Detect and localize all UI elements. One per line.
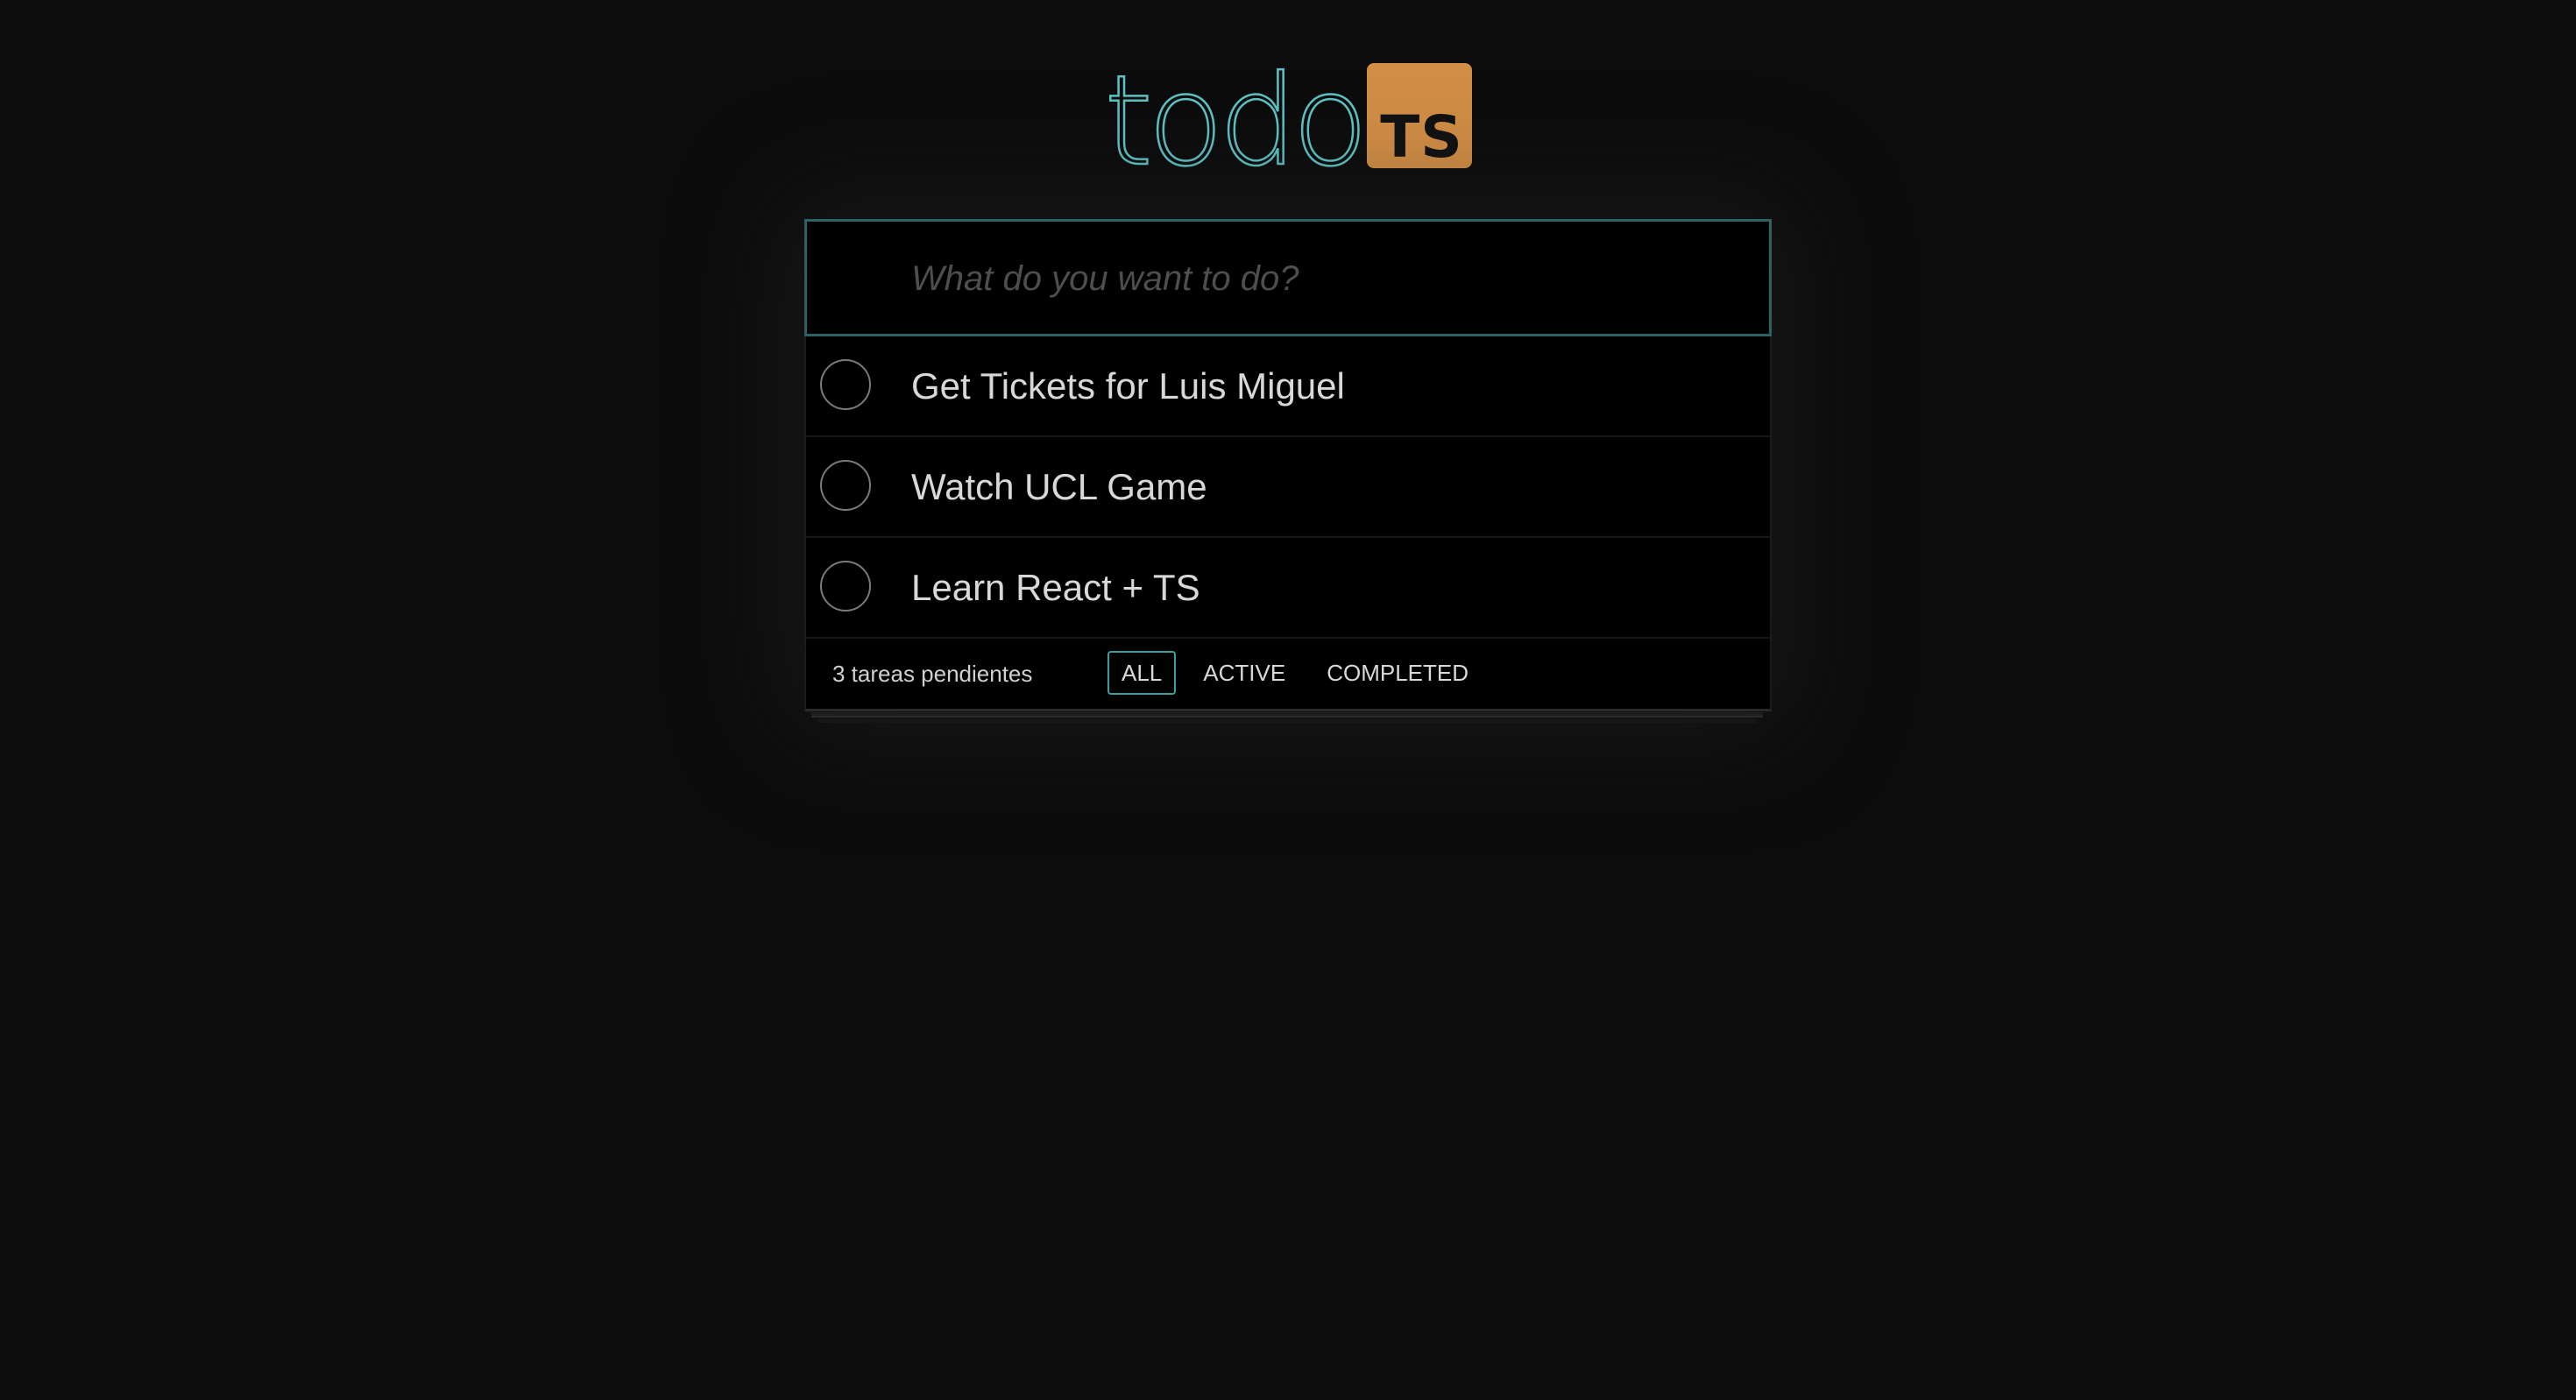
filter-group: ALL ACTIVE COMPLETED xyxy=(1108,651,1496,695)
app-header: todo TS xyxy=(0,53,2576,185)
todo-list: Get Tickets for Luis Miguel Watch UCL Ga… xyxy=(804,336,1772,639)
todo-toggle-checkbox[interactable] xyxy=(820,358,871,410)
todo-title[interactable]: Learn React + TS xyxy=(911,567,1200,609)
logo: todo TS xyxy=(1103,53,1472,185)
todo-item: Get Tickets for Luis Miguel xyxy=(806,336,1770,437)
todo-panel: Get Tickets for Luis Miguel Watch UCL Ga… xyxy=(804,219,1772,711)
logo-text: todo xyxy=(1103,49,1369,194)
todo-title[interactable]: Watch UCL Game xyxy=(911,466,1207,508)
pending-count: 3 tareas pendientes xyxy=(832,660,1033,687)
todo-footer: 3 tareas pendientes ALL ACTIVE COMPLETED xyxy=(804,639,1772,711)
logo-badge-text: TS xyxy=(1380,103,1463,171)
new-todo-input[interactable] xyxy=(909,222,1754,336)
todo-item: Watch UCL Game xyxy=(806,437,1770,538)
filter-all-button[interactable]: ALL xyxy=(1108,651,1177,695)
todo-item: Learn React + TS xyxy=(806,538,1770,639)
filter-active-button[interactable]: ACTIVE xyxy=(1189,651,1299,695)
typescript-badge-icon: TS xyxy=(1366,63,1472,171)
filter-completed-button[interactable]: COMPLETED xyxy=(1313,651,1483,695)
stacked-paper-decoration xyxy=(811,712,1763,718)
todo-title[interactable]: Get Tickets for Luis Miguel xyxy=(911,365,1345,407)
new-todo-container xyxy=(804,219,1772,336)
todo-toggle-checkbox[interactable] xyxy=(820,560,871,612)
todo-toggle-checkbox[interactable] xyxy=(820,459,871,511)
todo-app: todo TS Get Tickets for Luis Miguel Watc… xyxy=(0,0,2576,1400)
stacked-paper-decoration xyxy=(818,719,1756,723)
